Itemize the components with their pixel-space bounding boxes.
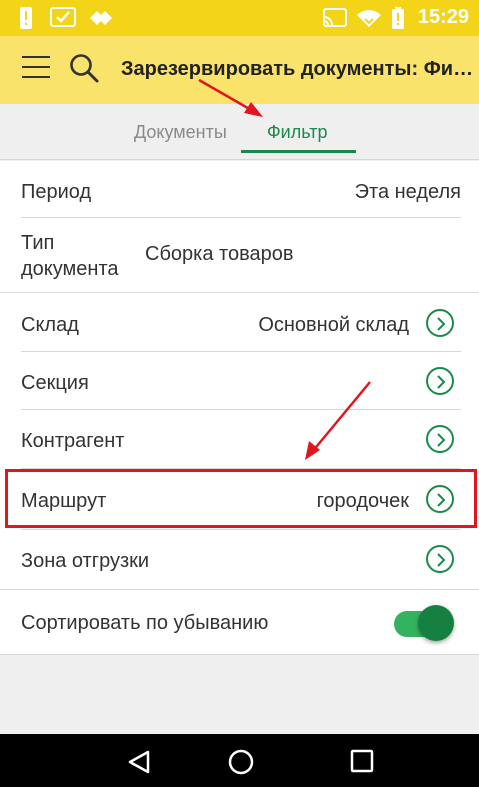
period-value: Эта неделя xyxy=(354,181,461,203)
tab-filter[interactable]: Фильтр xyxy=(267,122,327,143)
chevron-right-icon xyxy=(437,433,446,447)
alert-icon xyxy=(20,7,32,29)
counterparty-row[interactable]: Контрагент xyxy=(0,410,479,468)
filter-list: Период Эта неделя Тип документа Сборка т… xyxy=(0,161,479,655)
status-bar: 15:29 xyxy=(0,0,479,36)
chevron-right-icon xyxy=(437,317,446,331)
wifi-icon xyxy=(357,10,381,27)
section-divider xyxy=(0,654,479,655)
shipping-zone-row[interactable]: Зона отгрузки xyxy=(0,530,479,588)
chevron-right-icon xyxy=(437,553,446,567)
recents-icon[interactable] xyxy=(349,749,375,775)
active-tab-indicator xyxy=(241,150,356,153)
search-icon[interactable] xyxy=(68,52,100,84)
period-label: Период xyxy=(21,181,92,203)
section-label: Секция xyxy=(21,372,89,394)
warehouse-row[interactable]: Склад Основной склад xyxy=(0,293,479,351)
menu-button[interactable] xyxy=(22,56,50,82)
battery-icon xyxy=(392,7,404,29)
section-open-button[interactable] xyxy=(426,367,454,395)
check-icon xyxy=(50,7,76,27)
annotation-highlight-box xyxy=(5,469,477,528)
menu-icon xyxy=(22,56,50,58)
diamond-icon xyxy=(90,11,112,25)
page-title: Зарезервировать документы: Фильтр xyxy=(121,58,479,80)
section-row[interactable]: Секция xyxy=(0,352,479,410)
cast-icon xyxy=(323,8,347,27)
sort-desc-toggle[interactable] xyxy=(392,604,454,641)
chevron-right-icon xyxy=(437,375,446,389)
doc-type-value: Сборка товаров xyxy=(145,243,294,265)
sort-desc-row: Сортировать по убыванию xyxy=(0,590,479,654)
sort-desc-label: Сортировать по убыванию xyxy=(21,612,269,634)
doc-type-label-line2: документа xyxy=(21,258,119,280)
counterparty-label: Контрагент xyxy=(21,430,125,452)
shipping-zone-open-button[interactable] xyxy=(426,545,454,573)
tab-bar: Документы Фильтр xyxy=(0,104,479,160)
nav-bar xyxy=(0,734,479,787)
warehouse-open-button[interactable] xyxy=(426,309,454,337)
tab-documents[interactable]: Документы xyxy=(134,122,227,143)
app-bar: Зарезервировать документы: Фильтр xyxy=(0,36,479,104)
back-icon[interactable] xyxy=(126,749,152,775)
home-icon[interactable] xyxy=(227,749,255,777)
period-row[interactable]: Период Эта неделя xyxy=(0,161,479,217)
doc-type-label-line1: Тип xyxy=(21,232,55,254)
counterparty-open-button[interactable] xyxy=(426,425,454,453)
doc-type-row[interactable]: Тип документа Сборка товаров xyxy=(0,218,479,290)
warehouse-label: Склад xyxy=(21,314,79,336)
warehouse-value: Основной склад xyxy=(258,314,409,336)
shipping-zone-label: Зона отгрузки xyxy=(21,550,150,572)
status-time: 15:29 xyxy=(417,6,469,28)
